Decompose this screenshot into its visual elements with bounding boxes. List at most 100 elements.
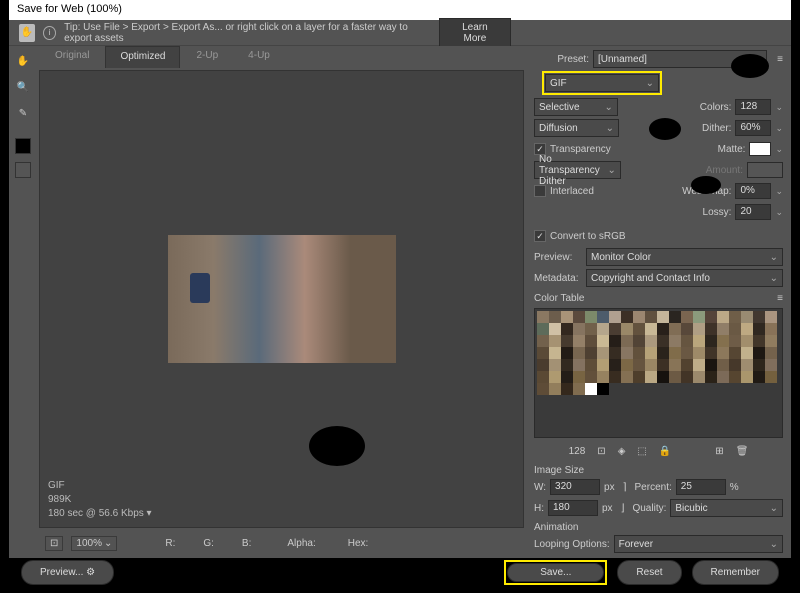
color-swatch[interactable] [681, 311, 693, 323]
foreground-swatch[interactable] [15, 138, 31, 154]
stepper-icon[interactable]: ⌄ [775, 123, 783, 134]
color-swatch[interactable] [633, 359, 645, 371]
tab-original[interactable]: Original [41, 46, 103, 68]
matte-swatch[interactable] [749, 142, 771, 156]
color-swatch[interactable] [765, 347, 777, 359]
color-swatch[interactable] [633, 323, 645, 335]
color-swatch[interactable] [753, 323, 765, 335]
color-swatch[interactable] [609, 311, 621, 323]
color-swatch[interactable] [705, 335, 717, 347]
color-swatch[interactable] [561, 323, 573, 335]
reduction-select[interactable]: Selective [534, 98, 618, 116]
color-swatch[interactable] [537, 347, 549, 359]
color-swatch[interactable] [705, 371, 717, 383]
color-swatch[interactable] [681, 371, 693, 383]
color-swatch[interactable] [621, 359, 633, 371]
color-swatch[interactable] [669, 359, 681, 371]
percent-input[interactable]: 25 [676, 479, 726, 495]
color-swatch[interactable] [681, 359, 693, 371]
color-swatch[interactable] [693, 347, 705, 359]
color-swatch[interactable] [741, 311, 753, 323]
color-swatch[interactable] [765, 323, 777, 335]
color-swatch[interactable] [729, 359, 741, 371]
dither-input[interactable]: 60% [735, 120, 771, 136]
preview-select[interactable]: Monitor Color [586, 248, 783, 266]
color-swatch[interactable] [741, 323, 753, 335]
height-input[interactable]: 180 [548, 500, 598, 516]
hand-tool-icon[interactable]: ✋ [19, 24, 35, 42]
color-swatch[interactable] [705, 311, 717, 323]
ct-trash-icon[interactable]: 🗑 [736, 446, 749, 457]
color-swatch[interactable] [681, 347, 693, 359]
color-swatch[interactable] [717, 311, 729, 323]
color-swatch[interactable] [573, 371, 585, 383]
color-swatch[interactable] [645, 359, 657, 371]
color-swatch[interactable] [645, 311, 657, 323]
color-swatch[interactable] [753, 359, 765, 371]
color-swatch[interactable] [633, 371, 645, 383]
menu-icon[interactable]: ≡ [777, 54, 783, 65]
color-swatch[interactable] [597, 335, 609, 347]
square-icon[interactable]: ⊡ [45, 536, 63, 551]
color-swatch[interactable] [657, 371, 669, 383]
color-swatch[interactable] [549, 323, 561, 335]
color-swatch[interactable] [621, 311, 633, 323]
ct-icon[interactable]: ⬚ [637, 446, 646, 457]
color-swatch[interactable] [549, 311, 561, 323]
dither-method-select[interactable]: Diffusion [534, 119, 619, 137]
color-swatch[interactable] [561, 347, 573, 359]
color-swatch[interactable] [729, 347, 741, 359]
color-swatch[interactable] [765, 335, 777, 347]
zoom-tool[interactable]: 🔍 [14, 78, 32, 96]
color-swatch[interactable] [561, 371, 573, 383]
ct-icon[interactable]: 🔒 [659, 446, 671, 457]
color-swatch[interactable] [585, 359, 597, 371]
color-swatch[interactable] [573, 347, 585, 359]
eyedropper-tool[interactable]: ✎ [14, 104, 32, 122]
color-swatch[interactable] [657, 323, 669, 335]
color-table[interactable] [534, 308, 783, 438]
color-swatch[interactable] [681, 323, 693, 335]
color-swatch[interactable] [597, 383, 609, 395]
color-swatch[interactable] [549, 359, 561, 371]
color-swatch[interactable] [741, 371, 753, 383]
srgb-checkbox[interactable]: ✓ [534, 230, 546, 242]
color-swatch[interactable] [645, 323, 657, 335]
ct-new-icon[interactable]: ⊞ [715, 446, 723, 457]
color-swatch[interactable] [549, 383, 561, 395]
color-swatch[interactable] [537, 323, 549, 335]
color-swatch[interactable] [573, 359, 585, 371]
color-swatch[interactable] [729, 311, 741, 323]
lossy-input[interactable]: 20 [735, 204, 771, 220]
color-swatch[interactable] [609, 323, 621, 335]
trans-dither-select[interactable]: No Transparency Dither [534, 161, 621, 179]
preview-canvas[interactable]: GIF 989K 180 sec @ 56.6 Kbps ▾ [39, 70, 524, 528]
color-swatch[interactable] [549, 335, 561, 347]
colors-input[interactable]: 128 [735, 99, 771, 115]
color-swatch[interactable] [741, 347, 753, 359]
color-swatch[interactable] [645, 335, 657, 347]
color-swatch[interactable] [597, 347, 609, 359]
color-swatch[interactable] [585, 347, 597, 359]
color-swatch[interactable] [597, 323, 609, 335]
color-swatch[interactable] [609, 347, 621, 359]
zoom-level[interactable]: 100% ⌄ [71, 536, 117, 551]
color-swatch[interactable] [573, 323, 585, 335]
color-swatch[interactable] [537, 359, 549, 371]
color-swatch[interactable] [693, 359, 705, 371]
color-swatch[interactable] [705, 323, 717, 335]
color-swatch[interactable] [633, 311, 645, 323]
color-swatch[interactable] [621, 335, 633, 347]
color-swatch[interactable] [537, 371, 549, 383]
quality-select[interactable]: Bicubic [670, 499, 783, 517]
color-swatch[interactable] [585, 335, 597, 347]
menu-icon[interactable]: ≡ [777, 293, 783, 304]
color-swatch[interactable] [537, 311, 549, 323]
remember-button[interactable]: Remember [692, 560, 779, 585]
loop-select[interactable]: Forever [614, 535, 783, 553]
color-swatch[interactable] [609, 371, 621, 383]
color-swatch[interactable] [693, 371, 705, 383]
color-swatch[interactable] [765, 359, 777, 371]
color-swatch[interactable] [609, 335, 621, 347]
color-swatch[interactable] [669, 323, 681, 335]
